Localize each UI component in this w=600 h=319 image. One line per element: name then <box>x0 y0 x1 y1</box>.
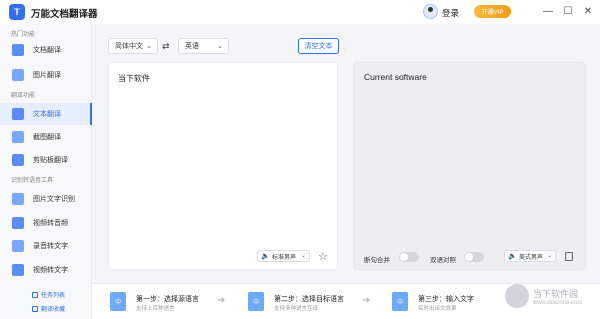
sidebar-item-video-to-text[interactable]: 视频转文字 <box>0 259 92 281</box>
title-bar: T 万能文档翻译器 登录 开通VIP — ☐ ✕ <box>0 0 600 24</box>
sidebar-item-label: 图片文字识别 <box>33 196 75 203</box>
sidebar: 热门功能 文档翻译 图片翻译 翻译功能 文本翻译 截图翻译 剪贴板翻译 识别转语… <box>0 24 92 319</box>
bilingual-toggle[interactable] <box>464 252 484 262</box>
image-icon <box>12 69 24 81</box>
target-language-select[interactable]: 英语 ⌄ <box>178 38 229 54</box>
source-language-select[interactable]: 简体中文 ⌄ <box>108 38 158 54</box>
star-icon[interactable]: ☆ <box>318 250 328 263</box>
source-voice-value: 标准男声 <box>272 254 297 261</box>
chevron-down-icon: ⌄ <box>217 43 223 50</box>
target-voice-value: 美式男声 <box>519 254 544 261</box>
task-list-link[interactable]: 任务列表 <box>32 290 65 299</box>
sidebar-item-video-to-audio[interactable]: 视频转音频 <box>0 212 92 234</box>
sidebar-item-doc-translate[interactable]: 文档翻译 <box>0 39 92 61</box>
login-button[interactable]: 登录 <box>442 7 459 19</box>
video-icon <box>12 217 24 229</box>
watermark-url: www.downxia.com <box>533 299 583 306</box>
arrow-right-icon: ➜ <box>217 295 226 306</box>
screenshot-icon <box>12 131 24 143</box>
microphone-icon <box>12 240 24 252</box>
sentence-merge-label: 断句合并 <box>364 257 390 264</box>
clipboard-icon <box>12 154 24 166</box>
user-avatar-icon[interactable] <box>423 4 438 19</box>
maximize-icon[interactable]: ☐ <box>562 5 574 17</box>
step-2-subtitle: 支持多种语言互译 <box>274 306 319 312</box>
source-language-value: 简体中文 <box>115 43 143 50</box>
sidebar-item-label: 视频转文字 <box>33 267 68 274</box>
ocr-icon <box>12 193 24 205</box>
step-3-subtitle: 实时出译文效果 <box>418 306 457 312</box>
swap-icon[interactable]: ⇄ <box>162 41 170 52</box>
bilingual-label: 双语对照 <box>430 257 456 264</box>
clear-text-button[interactable]: 清空文本 <box>298 38 339 54</box>
sidebar-item-label: 录音转文字 <box>33 243 68 250</box>
app-logo-icon: T <box>9 4 25 20</box>
step-3-title: 第三步：输入文字 <box>418 296 474 303</box>
minimize-icon[interactable]: — <box>542 5 554 17</box>
sidebar-item-audio-to-text[interactable]: 录音转文字 <box>0 235 92 257</box>
sidebar-item-text-translate[interactable]: 文本翻译 <box>0 103 92 125</box>
source-text-panel[interactable]: 当下软件 🔈 标准男声 ⌄ ☆ <box>108 62 338 270</box>
chevron-down-icon: ⌄ <box>146 43 152 50</box>
text-icon <box>12 108 24 120</box>
section-recognize: 识别转语音工具 <box>11 178 54 184</box>
target-language-value: 英语 <box>185 43 199 50</box>
copy-icon[interactable] <box>565 252 573 261</box>
list-icon <box>32 291 38 298</box>
video-text-icon <box>12 264 24 276</box>
sidebar-item-label: 图片翻译 <box>33 72 61 79</box>
sidebar-item-label: 视频转音频 <box>33 220 68 227</box>
step-2-title: 第二步：选择目标语言 <box>274 296 344 303</box>
target-text-panel: Current software 断句合并 双语对照 🔈 美式男声 ⌄ <box>353 62 586 270</box>
sidebar-item-clipboard-translate[interactable]: 剪贴板翻译 <box>0 149 92 171</box>
favorites-label: 翻译收藏 <box>41 307 66 313</box>
step-1-subtitle: 支持上百种语言 <box>136 306 175 312</box>
arrow-right-icon: ➜ <box>362 295 371 306</box>
chevron-down-icon: ⌄ <box>300 253 306 259</box>
close-icon[interactable]: ✕ <box>582 5 594 17</box>
star-outline-icon <box>32 305 38 312</box>
sidebar-item-screenshot-translate[interactable]: 截图翻译 <box>0 126 92 148</box>
section-translate: 翻译功能 <box>11 93 36 99</box>
speaker-icon: 🔈 <box>508 253 517 260</box>
watermark-name: 当下软件园 <box>533 288 579 299</box>
task-list-label: 任务列表 <box>41 293 66 299</box>
speaker-icon: 🔈 <box>261 253 270 260</box>
step-3-icon: 中 <box>392 292 408 311</box>
chevron-down-icon: ⌄ <box>546 253 552 259</box>
sidebar-item-image-translate[interactable]: 图片翻译 <box>0 64 92 86</box>
watermark: 当下软件园 www.downxia.com <box>505 284 582 308</box>
sidebar-item-ocr[interactable]: 图片文字识别 <box>0 188 92 210</box>
section-hot: 热门功能 <box>11 32 36 38</box>
sentence-merge-toggle[interactable] <box>399 252 419 262</box>
document-icon <box>12 44 24 56</box>
vip-button[interactable]: 开通VIP <box>474 5 511 18</box>
target-voice-select[interactable]: 🔈 美式男声 ⌄ <box>504 250 556 262</box>
source-voice-select[interactable]: 🔈 标准男声 ⌄ <box>257 250 310 262</box>
favorites-link[interactable]: 翻译收藏 <box>32 304 65 313</box>
step-1-icon: 中 <box>110 292 126 311</box>
sidebar-item-label: 文档翻译 <box>33 47 61 54</box>
sidebar-item-label: 截图翻译 <box>33 134 61 141</box>
source-text-input[interactable]: 当下软件 <box>118 73 150 84</box>
sidebar-item-label: 剪贴板翻译 <box>33 157 68 164</box>
translated-text: Current software <box>364 72 427 82</box>
step-2-icon: 中 <box>248 292 264 311</box>
sidebar-item-label: 文本翻译 <box>33 111 61 118</box>
watermark-logo-icon <box>505 284 529 308</box>
app-title: 万能文档翻译器 <box>31 9 98 20</box>
step-1-title: 第一步：选择源语言 <box>136 296 199 303</box>
